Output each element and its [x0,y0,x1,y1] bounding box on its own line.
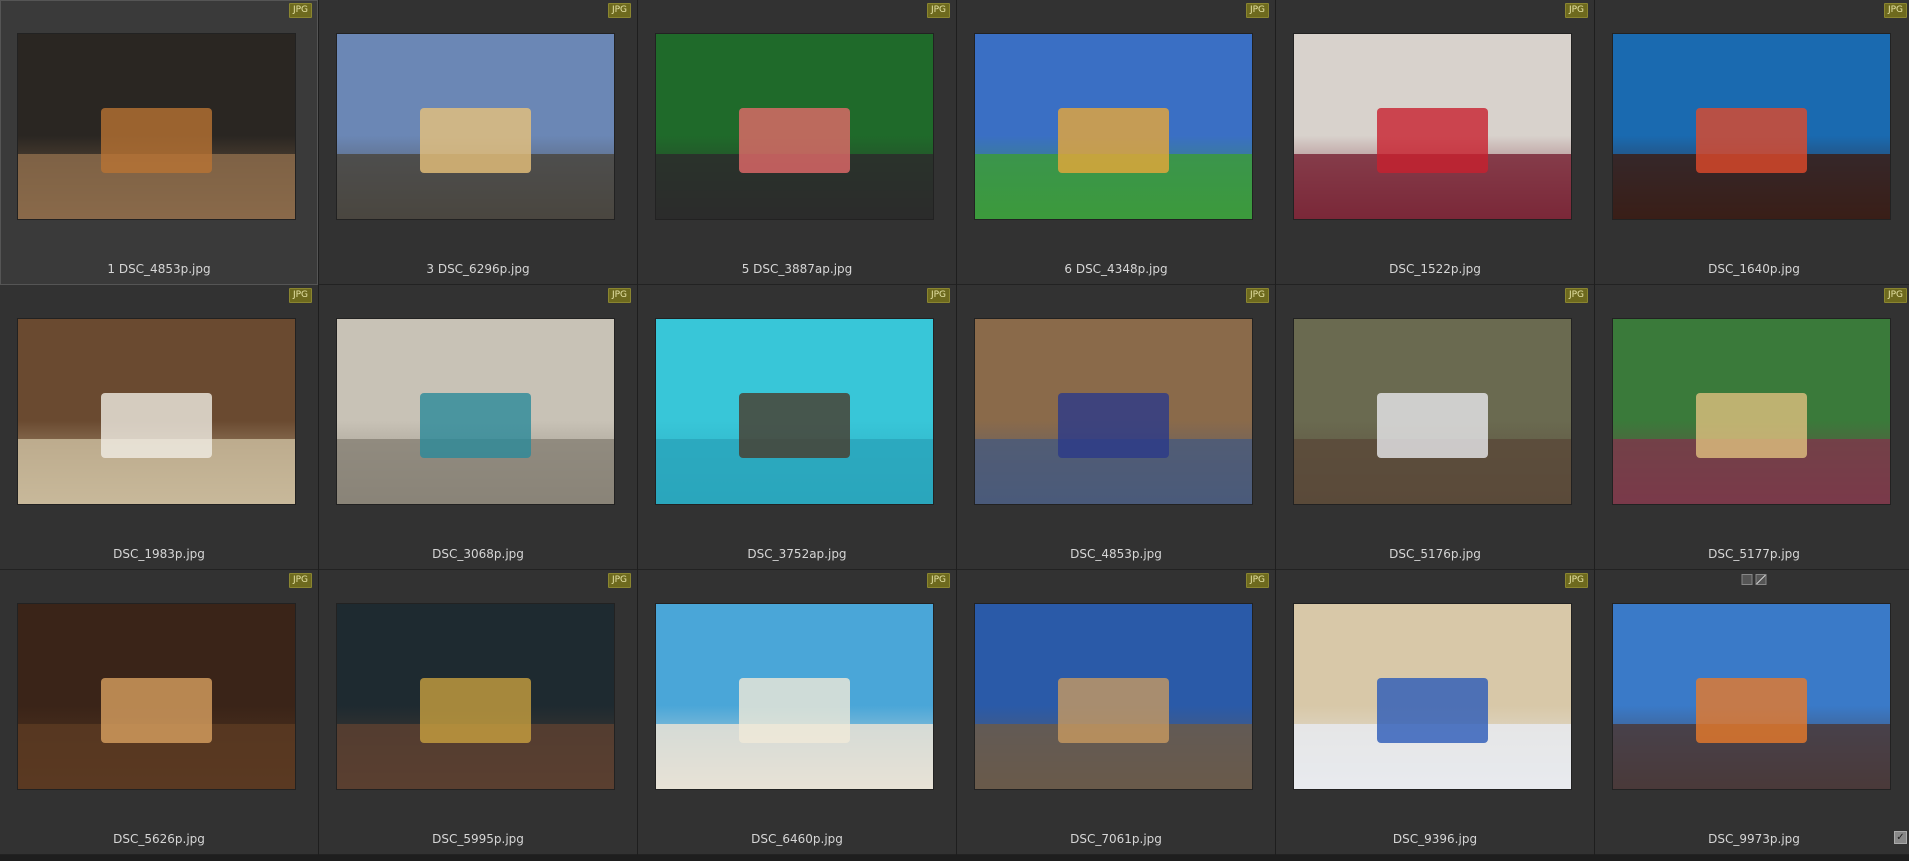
file-name: DSC_3068p.jpg [432,547,524,561]
photo-subject [1058,108,1169,173]
file-type-badge: JPG [1564,573,1588,588]
file-type-badge: JPG [1564,288,1588,303]
thumbnail-grid: JPG 1 DSC_4853p.jpg JPG 3 DSC_6296p.jpg JPG 5… [0,0,1909,861]
file-name: 6 DSC_4348p.jpg [1064,262,1168,276]
file-name: DSC_5176p.jpg [1389,547,1481,561]
thumbnail-cell[interactable]: JPG DSC_4853p.jpg [957,285,1275,570]
photo-thumbnail[interactable] [656,604,933,789]
photo-thumbnail[interactable] [1294,34,1571,219]
photo-subject [1696,108,1807,173]
photo-thumbnail[interactable] [1613,604,1890,789]
file-name: DSC_1983p.jpg [113,547,205,561]
file-name: 3 DSC_6296p.jpg [426,262,530,276]
file-type-badge: JPG [1883,288,1907,303]
thumbnail-cell[interactable]: JPG DSC_7061p.jpg [957,570,1275,855]
file-name: DSC_1640p.jpg [1708,262,1800,276]
photo-thumbnail[interactable] [1294,319,1571,504]
file-type-badge: JPG [926,288,950,303]
thumbnail-cell[interactable]: JPG 3 DSC_6296p.jpg [319,0,637,285]
thumbnail-cell[interactable]: JPG 6 DSC_4348p.jpg [957,0,1275,285]
photo-subject [101,393,212,458]
thumbnail-cell[interactable]: JPG DSC_5995p.jpg [319,570,637,855]
edit-icon[interactable] [1755,574,1767,585]
thumbnail-tools [1741,574,1767,585]
photo-subject [1377,678,1488,743]
file-name: 1 DSC_4853p.jpg [107,262,211,276]
file-name: DSC_6460p.jpg [751,832,843,846]
file-name: DSC_5626p.jpg [113,832,205,846]
thumbnail-cell[interactable]: JPG DSC_3068p.jpg [319,285,637,570]
thumbnail-cell[interactable]: JPG DSC_3752ap.jpg [638,285,956,570]
thumbnail-cell[interactable]: JPG DSC_1640p.jpg [1595,0,1909,285]
thumbnail-cell[interactable]: JPG DSC_5176p.jpg [1276,285,1594,570]
photo-subject [1058,393,1169,458]
file-type-badge: JPG [288,573,312,588]
file-type-badge: JPG [607,3,631,18]
photo-subject [739,678,850,743]
thumbnail-cell[interactable]: JPG 5 DSC_3887ap.jpg [638,0,956,285]
photo-thumbnail[interactable] [656,34,933,219]
photo-subject [420,678,531,743]
photo-thumbnail[interactable] [337,34,614,219]
photo-thumbnail[interactable] [337,319,614,504]
file-type-badge: JPG [1564,3,1588,18]
photo-thumbnail[interactable] [975,604,1252,789]
photo-thumbnail[interactable] [18,34,295,219]
thumbnail-cell[interactable]: JPG DSC_6460p.jpg [638,570,956,855]
thumbnail-cell[interactable]: JPG DSC_1983p.jpg [0,285,318,570]
photo-subject [420,393,531,458]
photo-subject [420,108,531,173]
photo-subject [739,393,850,458]
photo-subject [1696,678,1807,743]
file-type-badge: JPG [607,288,631,303]
thumbnail-cell[interactable]: JPG DSC_5626p.jpg [0,570,318,855]
photo-thumbnail[interactable] [18,604,295,789]
photo-thumbnail[interactable] [656,319,933,504]
file-name: DSC_5995p.jpg [432,832,524,846]
thumbnail-cell[interactable]: JPG DSC_1522p.jpg [1276,0,1594,285]
thumbnail-cell[interactable]: JPG DSC_5177p.jpg [1595,285,1909,570]
photo-thumbnail[interactable] [975,34,1252,219]
photo-thumbnail[interactable] [18,319,295,504]
file-type-badge: JPG [288,288,312,303]
file-type-badge: JPG [1245,288,1269,303]
photo-subject [739,108,850,173]
file-name: DSC_4853p.jpg [1070,547,1162,561]
file-type-badge: JPG [288,3,312,18]
photo-subject [1058,678,1169,743]
square-icon[interactable] [1741,574,1753,585]
file-name: DSC_5177p.jpg [1708,547,1800,561]
file-name: 5 DSC_3887ap.jpg [741,262,853,276]
file-type-badge: JPG [607,573,631,588]
photo-thumbnail[interactable] [1613,319,1890,504]
thumbnail-cell[interactable]: JPG DSC_9396.jpg [1276,570,1594,855]
file-name: DSC_9396.jpg [1392,832,1478,846]
photo-thumbnail[interactable] [337,604,614,789]
thumbnail-cell[interactable]: JPG 1 DSC_4853p.jpg [0,0,318,285]
photo-subject [101,108,212,173]
file-type-badge: JPG [1245,573,1269,588]
file-name: DSC_3752ap.jpg [747,547,847,561]
file-type-badge: JPG [1883,3,1907,18]
file-type-badge: JPG [926,573,950,588]
file-type-badge: JPG [1245,3,1269,18]
file-type-badge: JPG [926,3,950,18]
photo-subject [1377,393,1488,458]
file-name: DSC_1522p.jpg [1389,262,1481,276]
photo-subject [1696,393,1807,458]
thumbnail-cell[interactable]: ✓ DSC_9973p.jpg [1595,570,1909,855]
photo-thumbnail[interactable] [1294,604,1571,789]
photo-subject [101,678,212,743]
photo-thumbnail[interactable] [975,319,1252,504]
photo-thumbnail[interactable] [1613,34,1890,219]
file-name: DSC_7061p.jpg [1070,832,1162,846]
photo-subject [1377,108,1488,173]
file-name: DSC_9973p.jpg [1708,832,1800,846]
